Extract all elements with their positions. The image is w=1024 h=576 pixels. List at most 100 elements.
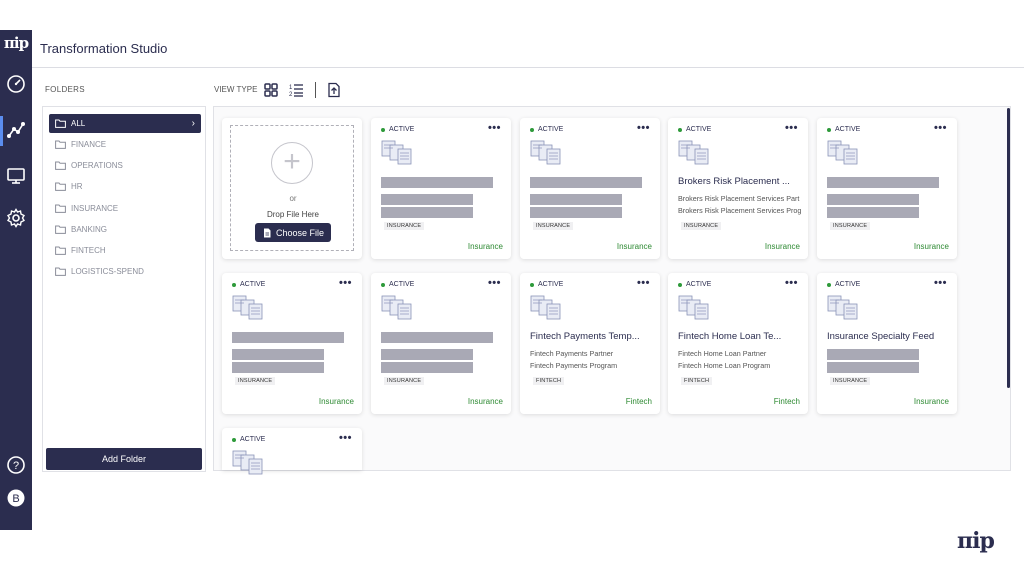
active-dot-icon [827, 282, 831, 287]
template-card[interactable]: ACTIVE ••• Fintech Payments Temp... Fintech… [520, 273, 660, 414]
svg-text:2: 2 [289, 92, 293, 98]
template-card[interactable]: ACTIVE ••• INSURANCE Insurance [371, 118, 511, 259]
user-avatar-icon[interactable]: B [4, 486, 28, 510]
more-options-icon[interactable]: ••• [637, 122, 650, 134]
category-tag: INSURANCE [830, 222, 871, 230]
status-badge: ACTIVE [678, 126, 711, 133]
template-card[interactable]: ACTIVE ••• INSURANCE Insurance [371, 273, 511, 414]
more-options-icon[interactable]: ••• [488, 122, 501, 134]
folder-label: FINTECH [71, 246, 106, 255]
more-options-icon[interactable]: ••• [785, 122, 798, 134]
grid-scrollbar[interactable] [1007, 108, 1010, 388]
toolbar-divider [315, 82, 316, 98]
redacted-line [381, 349, 473, 360]
template-card[interactable]: ACTIVE ••• Insurance Specialty Feed INSURAN… [817, 273, 957, 414]
documents-icon [827, 140, 858, 165]
add-icon[interactable]: + [271, 142, 313, 184]
choose-file-button[interactable]: Choose File [255, 223, 331, 242]
folder-item[interactable]: ALL › [49, 114, 201, 133]
active-dot-icon [678, 127, 682, 132]
folder-item[interactable]: HR [49, 177, 201, 196]
status-badge: ACTIVE [232, 436, 265, 443]
card-category: Insurance [318, 397, 354, 406]
upload-file-icon[interactable] [326, 82, 342, 98]
app-window: πip ? B Transformation Studio FOLDERS AL… [0, 30, 1024, 554]
folder-label: ALL [71, 119, 86, 128]
grid-view-icon[interactable] [263, 82, 279, 98]
card-title: Brokers Risk Placement ... [678, 176, 790, 187]
folder-icon [55, 140, 66, 149]
card-category: Insurance [913, 397, 949, 406]
choose-file-label: Choose File [275, 227, 325, 238]
template-card[interactable]: ACTIVE ••• INSURANCE Insurance [817, 118, 957, 259]
more-options-icon[interactable]: ••• [934, 122, 947, 134]
folder-item[interactable]: FINANCE [49, 135, 201, 154]
status-badge: ACTIVE [232, 281, 265, 288]
chevron-right-icon: › [191, 118, 195, 129]
category-tag: INSURANCE [384, 222, 425, 230]
status-badge: ACTIVE [827, 126, 860, 133]
card-title: Fintech Payments Temp... [530, 331, 640, 342]
folder-panel: ALL › FINANCE OPERATIONS HR INSURANCE BANKING F… [42, 106, 206, 472]
card-title: Insurance Specialty Feed [827, 331, 935, 342]
more-options-icon[interactable]: ••• [934, 277, 947, 289]
monitor-icon[interactable] [4, 164, 28, 188]
gear-icon[interactable] [4, 206, 28, 230]
active-dot-icon [232, 437, 236, 442]
status-badge: ACTIVE [530, 281, 563, 288]
redacted-line [827, 194, 919, 205]
redacted-title [232, 332, 344, 343]
template-card[interactable]: ACTIVE ••• Fintech Home Loan Te... Fintech … [668, 273, 808, 414]
folder-item[interactable]: BANKING [49, 220, 201, 239]
card-category: Insurance [764, 242, 800, 251]
top-bar: Transformation Studio [32, 30, 1024, 68]
brand-logo: πip [957, 528, 995, 554]
template-card[interactable]: ACTIVE ••• [222, 428, 362, 475]
documents-icon [530, 140, 561, 165]
workflow-icon[interactable] [4, 118, 28, 142]
more-options-icon[interactable]: ••• [637, 277, 650, 289]
redacted-line [381, 207, 473, 218]
card-category: Fintech [773, 397, 800, 406]
template-card[interactable]: ACTIVE ••• Brokers Risk Placement ... Broke… [668, 118, 808, 259]
help-icon[interactable]: ? [4, 453, 28, 477]
folder-item[interactable]: INSURANCE [49, 199, 201, 218]
status-label: ACTIVE [835, 281, 861, 288]
redacted-line [381, 194, 473, 205]
card-category: Insurance [467, 242, 503, 251]
folder-item[interactable]: OPERATIONS [49, 156, 201, 175]
folder-item[interactable]: LOGISTICS-SPEND [49, 262, 201, 281]
card-category: Insurance [467, 397, 503, 406]
file-drop-zone[interactable]: + or Drop File Here Choose File [230, 125, 354, 251]
folder-label: INSURANCE [71, 204, 119, 213]
category-tag: INSURANCE [384, 377, 425, 385]
status-badge: ACTIVE [530, 126, 563, 133]
view-type-label: VIEW TYPE [214, 85, 258, 94]
redacted-line [530, 207, 622, 218]
more-options-icon[interactable]: ••• [339, 432, 352, 444]
more-options-icon[interactable]: ••• [785, 277, 798, 289]
gauge-icon[interactable] [4, 72, 28, 96]
more-options-icon[interactable]: ••• [339, 277, 352, 289]
more-options-icon[interactable]: ••• [488, 277, 501, 289]
template-card[interactable]: ACTIVE ••• INSURANCE Insurance [520, 118, 660, 259]
status-badge: ACTIVE [381, 281, 414, 288]
upload-card: + or Drop File Here Choose File [222, 118, 362, 259]
active-dot-icon [530, 127, 534, 132]
template-card[interactable]: ACTIVE ••• INSURANCE Insurance [222, 273, 362, 414]
folder-icon [55, 267, 66, 276]
card-category: Insurance [913, 242, 949, 251]
category-tag: FINTECH [681, 377, 713, 385]
category-tag: INSURANCE [235, 377, 276, 385]
list-view-icon[interactable]: 12 [288, 82, 304, 98]
category-tag: FINTECH [533, 377, 565, 385]
folder-icon [55, 182, 66, 191]
redacted-title [827, 177, 939, 188]
file-icon [263, 228, 271, 237]
folder-item[interactable]: FINTECH [49, 241, 201, 260]
documents-icon [530, 295, 561, 320]
status-badge: ACTIVE [827, 281, 860, 288]
svg-text:B: B [12, 493, 19, 505]
add-folder-button[interactable]: Add Folder [46, 448, 202, 470]
card-category: Fintech [625, 397, 652, 406]
